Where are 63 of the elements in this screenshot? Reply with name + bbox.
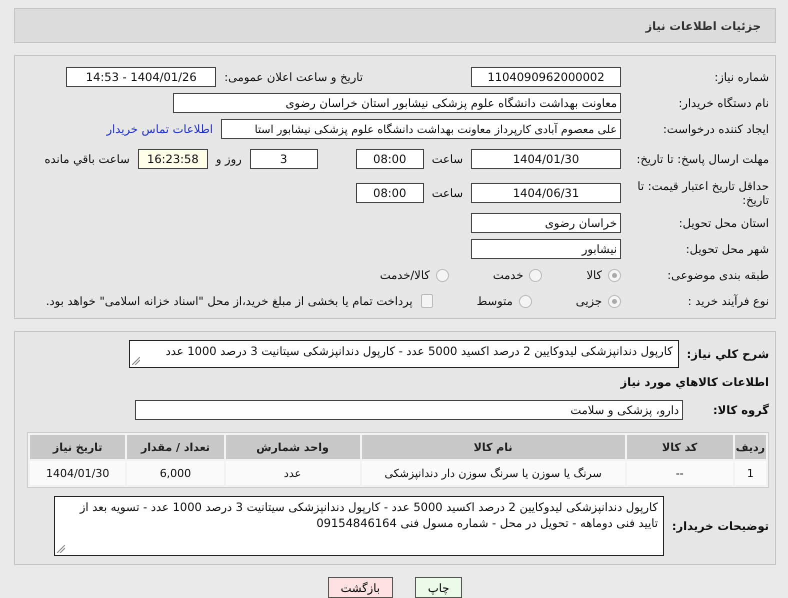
radio-label: کالا/خدمت [380,268,430,282]
city-field: نیشابور [471,239,621,259]
resize-grip-icon[interactable] [132,357,140,365]
column-header: ردیف [734,435,766,459]
radio-button[interactable] [608,294,621,308]
field-label: ایجاد کننده درخواست: [662,122,769,136]
field-label: شهر محل تحویل: [684,242,769,256]
province-field: خراسان رضوی [471,213,621,233]
date-field: 1404/06/31 [471,183,621,203]
checkbox-label: پرداخت تمام یا بخشی از مبلغ خرید،از محل "اسناد خزانه اسلامی" خواهد بود. [46,294,413,308]
field-label: شرح کلي نياز: [686,346,769,362]
radio-label: خدمت [492,268,524,282]
table-cell: -- [626,461,733,485]
need-number-field: 1104090962000002 [471,67,621,87]
page-title: جزئیات اطلاعات نیاز [645,18,761,32]
radio-button[interactable] [436,268,449,282]
column-header: واحد شمارش [226,435,360,459]
buyer-org-field: معاونت بهداشت دانشگاه علوم پزشکی نیشابور استان خراسان رضوی [173,93,621,113]
field-label: حداقل تاریخ اعتبار قیمت: تا تاریخ: [636,178,769,208]
field-label: مهلت ارسال پاسخ: تا تاریخ: [635,152,769,166]
days-field: 3 [250,149,318,169]
table-cell: سرنگ یا سوزن یا سرنگ سوزن دار دندانپزشکی [362,461,625,485]
field-label: ساعت باقي مانده [44,152,130,166]
radio-label: جزیی [576,294,602,308]
column-header: کد کالا [626,435,733,459]
goods-group-field: دارو، پزشکی و سلامت [135,400,684,420]
field-label: طبقه بندی موضوعی: [666,268,769,282]
time-field: 08:00 [356,183,424,203]
field-label: گروه کالا: [713,402,769,418]
field-label: روز و [216,152,242,166]
field-label: نام دستگاه خریدار: [677,96,769,110]
checkbox[interactable] [420,294,433,308]
back-button[interactable]: بازگشت [328,577,393,598]
radio-label: کالا [586,268,602,282]
table-cell: 6,000 [127,461,224,485]
radio-button[interactable] [529,268,542,282]
field-label: تاریخ و ساعت اعلان عمومی: [224,70,363,84]
radio-button[interactable] [518,294,532,308]
table-cell: 1 [734,461,766,485]
announce-date-field: 1404/01/26 - 14:53 [66,67,216,87]
radio-button[interactable] [608,268,621,282]
field-label: توضیحات خریدار: [672,518,769,534]
column-header: تعداد / مقدار [127,435,224,459]
field-label: استان محل تحویل: [678,216,769,230]
column-header: تاریخ نیاز [30,435,126,459]
date-field: 1404/01/30 [471,149,621,169]
section-heading: اطلاعات کالاهاي مورد نياز [620,374,769,390]
summary-textarea[interactable]: کارپول دندانپزشکی لیدوکایین 2 درصد اکسید 5000 عدد - کارپول دندانپزشکی سیتانیت 3 درصد 1000 عدد [128,340,679,368]
radio-label: متوسط [476,294,513,308]
field-label: نوع فرآیند خرید : [686,294,769,308]
field-label: شماره نیاز: [713,70,769,84]
field-label: ساعت [432,152,463,166]
contact-link[interactable]: اطلاعات تماس خریدار [106,122,213,136]
buyer-notes-textarea[interactable]: کارپول دندانپزشکی لیدوکایین 2 درصد اکسید 5000 عدد - کارپول دندانپزشکی سیتانیت 3 درصد 1000 عدد - تسویه بعد از تایید فنی دوماهه - تحویل در محل - شماره مسول فنی 09154846164 [54,496,664,556]
requester-field: علی معصوم آبادی کارپرداز معاونت بهداشت دانشگاه علوم پزشکی نیشابور استا [221,119,621,139]
print-button[interactable]: چاپ [414,577,462,598]
time-field: 08:00 [356,149,424,169]
table-cell: عدد [226,461,360,485]
resize-grip-icon[interactable] [56,545,65,553]
column-header: نام کالا [362,435,625,459]
field-label: ساعت [432,186,463,200]
table-cell: 1404/01/30 [30,461,126,485]
remaining-time-field: 16:23:58 [138,149,208,169]
